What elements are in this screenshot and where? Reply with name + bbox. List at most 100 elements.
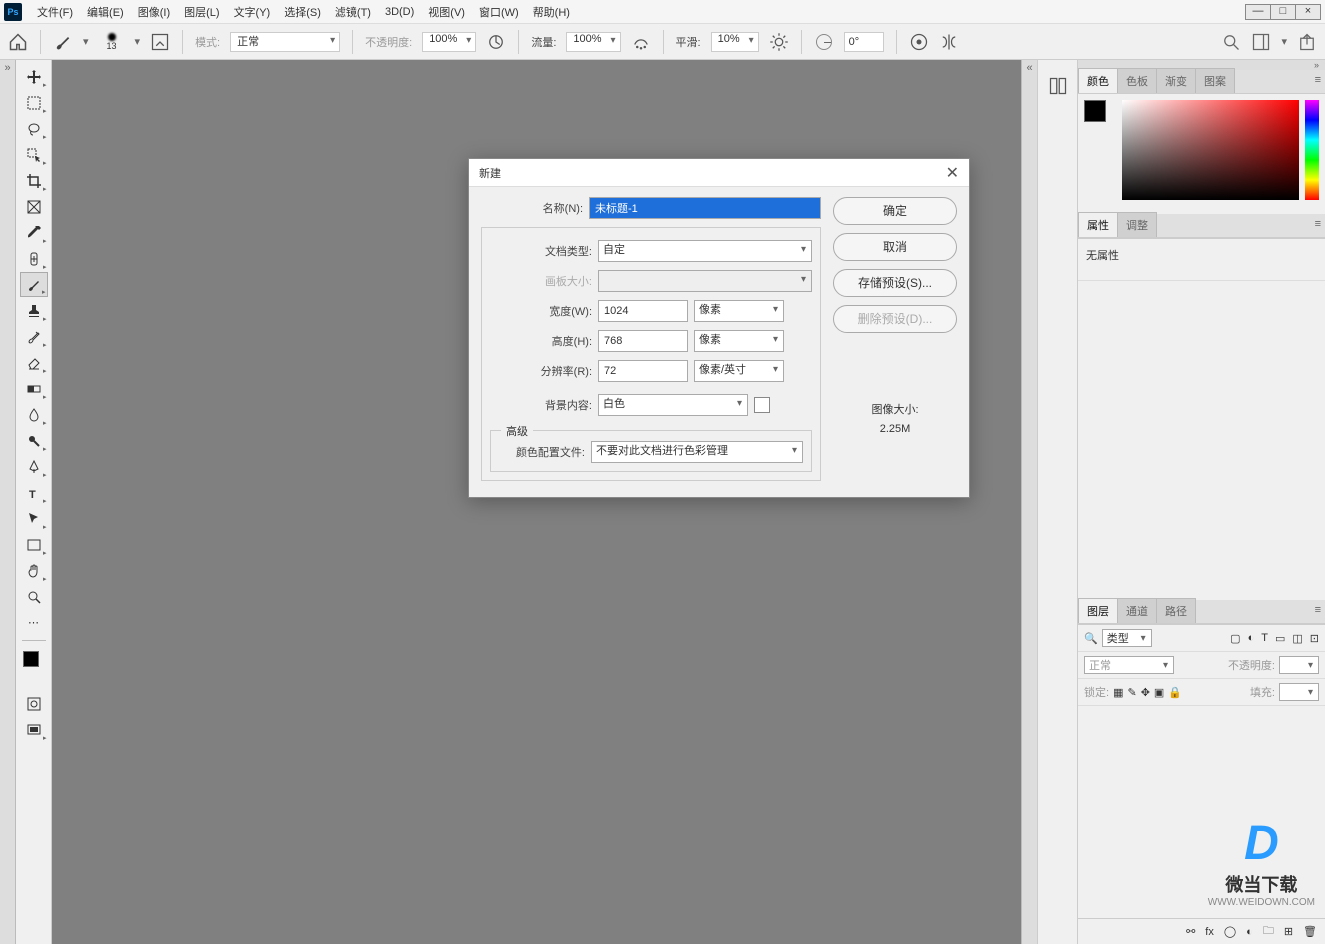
height-unit-select[interactable]: 像素	[694, 330, 784, 352]
menu-filter[interactable]: 滤镜(T)	[328, 1, 378, 23]
ok-button[interactable]: 确定	[833, 197, 957, 225]
lock-artboard-icon[interactable]: ▣	[1154, 686, 1164, 699]
menu-edit[interactable]: 编辑(E)	[80, 1, 131, 23]
color-panel-menu-icon[interactable]: ≡	[1315, 74, 1321, 86]
mode-select[interactable]: 正常	[230, 32, 340, 52]
filter-type-icon[interactable]: T	[1261, 632, 1268, 645]
filter-smart-icon[interactable]: ◫	[1292, 632, 1302, 645]
menu-3d[interactable]: 3D(D)	[378, 3, 421, 21]
new-layer-icon[interactable]: ⊞	[1284, 925, 1293, 938]
layers-panel-menu-icon[interactable]: ≡	[1315, 604, 1321, 616]
filter-pixel-icon[interactable]: ▢	[1230, 632, 1240, 645]
brush-tool[interactable]: ▸	[20, 272, 48, 297]
menu-image[interactable]: 图像(I)	[131, 1, 177, 23]
resolution-input[interactable]	[598, 360, 688, 382]
filter-toggle-icon[interactable]: ⊡	[1310, 632, 1319, 645]
layer-opacity-select[interactable]	[1279, 656, 1319, 674]
name-input[interactable]	[589, 197, 821, 219]
tab-layers[interactable]: 图层	[1078, 598, 1118, 623]
brush-preview[interactable]: 13	[99, 29, 125, 55]
menu-help[interactable]: 帮助(H)	[526, 1, 577, 23]
preset-select[interactable]: 自定	[598, 240, 812, 262]
menu-type[interactable]: 文字(Y)	[227, 1, 278, 23]
workspace-icon[interactable]	[1251, 32, 1271, 52]
angle-input[interactable]	[844, 32, 884, 52]
layer-mask-icon[interactable]: ◯	[1224, 925, 1236, 938]
airbrush-icon[interactable]	[631, 32, 651, 52]
hue-strip[interactable]	[1305, 100, 1319, 200]
collapsed-panel-icon[interactable]	[1048, 72, 1068, 100]
color-swatches-tool[interactable]	[23, 651, 45, 673]
tab-adjustments[interactable]: 调整	[1117, 212, 1157, 237]
menu-file[interactable]: 文件(F)	[30, 1, 80, 23]
selection-tool[interactable]: ▸	[20, 142, 48, 167]
layer-filter-select[interactable]: 类型	[1102, 629, 1152, 647]
adjustment-layer-icon[interactable]: ◐	[1246, 926, 1253, 938]
path-select-tool[interactable]: ▸	[20, 506, 48, 531]
hand-tool[interactable]: ▸	[20, 558, 48, 583]
maximize-button[interactable]: □	[1270, 4, 1296, 20]
profile-select[interactable]: 不要对此文档进行色彩管理	[591, 441, 803, 463]
blend-mode-select[interactable]: 正常	[1084, 656, 1174, 674]
lock-paint-icon[interactable]: ✎	[1127, 686, 1136, 699]
cancel-button[interactable]: 取消	[833, 233, 957, 261]
home-icon[interactable]	[8, 32, 28, 52]
fg-bg-swatches[interactable]	[1084, 100, 1116, 208]
bg-select[interactable]: 白色	[598, 394, 748, 416]
opacity-select[interactable]: 100%	[422, 32, 476, 52]
width-unit-select[interactable]: 像素	[694, 300, 784, 322]
eraser-tool[interactable]: ▸	[20, 350, 48, 375]
menu-select[interactable]: 选择(S)	[277, 1, 328, 23]
tab-color[interactable]: 颜色	[1078, 68, 1118, 93]
gradient-tool[interactable]: ▸	[20, 376, 48, 401]
filter-adjust-icon[interactable]: ◐	[1248, 632, 1255, 645]
symmetry-icon[interactable]	[939, 32, 959, 52]
lock-all-icon[interactable]: 🔒	[1168, 686, 1182, 699]
search-icon[interactable]	[1221, 32, 1241, 52]
dodge-tool[interactable]: ▸	[20, 428, 48, 453]
menu-window[interactable]: 窗口(W)	[472, 1, 526, 23]
share-icon[interactable]	[1297, 32, 1317, 52]
tab-channels[interactable]: 通道	[1117, 598, 1157, 623]
save-preset-button[interactable]: 存储预设(S)...	[833, 269, 957, 297]
tab-patterns[interactable]: 图案	[1195, 68, 1235, 93]
close-window-button[interactable]: ×	[1295, 4, 1321, 20]
opacity-pressure-icon[interactable]	[486, 32, 506, 52]
brush-tool-icon[interactable]	[53, 32, 73, 52]
shape-tool[interactable]: ▸	[20, 532, 48, 557]
layer-fx-icon[interactable]: fx	[1205, 926, 1214, 938]
blur-tool[interactable]: ▸	[20, 402, 48, 427]
screenmode-tool[interactable]: ▸	[20, 717, 48, 742]
history-brush-tool[interactable]: ▸	[20, 324, 48, 349]
brush-panel-icon[interactable]	[150, 32, 170, 52]
healing-tool[interactable]: ▸	[20, 246, 48, 271]
tab-paths[interactable]: 路径	[1156, 598, 1196, 623]
bg-color-box[interactable]	[754, 397, 770, 413]
stamp-tool[interactable]: ▸	[20, 298, 48, 323]
dialog-close-button[interactable]: ✕	[946, 163, 959, 183]
tab-gradients[interactable]: 渐变	[1156, 68, 1196, 93]
dialog-titlebar[interactable]: 新建 ✕	[469, 159, 969, 187]
tab-swatches[interactable]: 色板	[1117, 68, 1157, 93]
menu-view[interactable]: 视图(V)	[421, 1, 472, 23]
more-tools[interactable]: ⋯	[20, 610, 48, 635]
filter-shape-icon[interactable]: ▭	[1275, 632, 1285, 645]
type-tool[interactable]: T▸	[20, 480, 48, 505]
minimize-button[interactable]: —	[1245, 4, 1271, 20]
smoothing-gear-icon[interactable]	[769, 32, 789, 52]
lock-transparency-icon[interactable]: ▦	[1113, 686, 1123, 699]
link-layers-icon[interactable]: ⚯	[1186, 925, 1195, 938]
props-panel-menu-icon[interactable]: ≡	[1315, 218, 1321, 230]
left-dock-strip[interactable]: »	[0, 60, 16, 944]
smoothing-select[interactable]: 10%	[711, 32, 759, 52]
height-input[interactable]	[598, 330, 688, 352]
width-input[interactable]	[598, 300, 688, 322]
right-dock-strip[interactable]: «	[1021, 60, 1037, 944]
group-icon[interactable]: 🗀	[1263, 922, 1274, 941]
fill-select[interactable]	[1279, 683, 1319, 701]
lock-position-icon[interactable]: ✥	[1141, 686, 1150, 699]
crop-tool[interactable]: ▸	[20, 168, 48, 193]
marquee-tool[interactable]: ▸	[20, 90, 48, 115]
menu-layer[interactable]: 图层(L)	[177, 1, 226, 23]
lasso-tool[interactable]: ▸	[20, 116, 48, 141]
